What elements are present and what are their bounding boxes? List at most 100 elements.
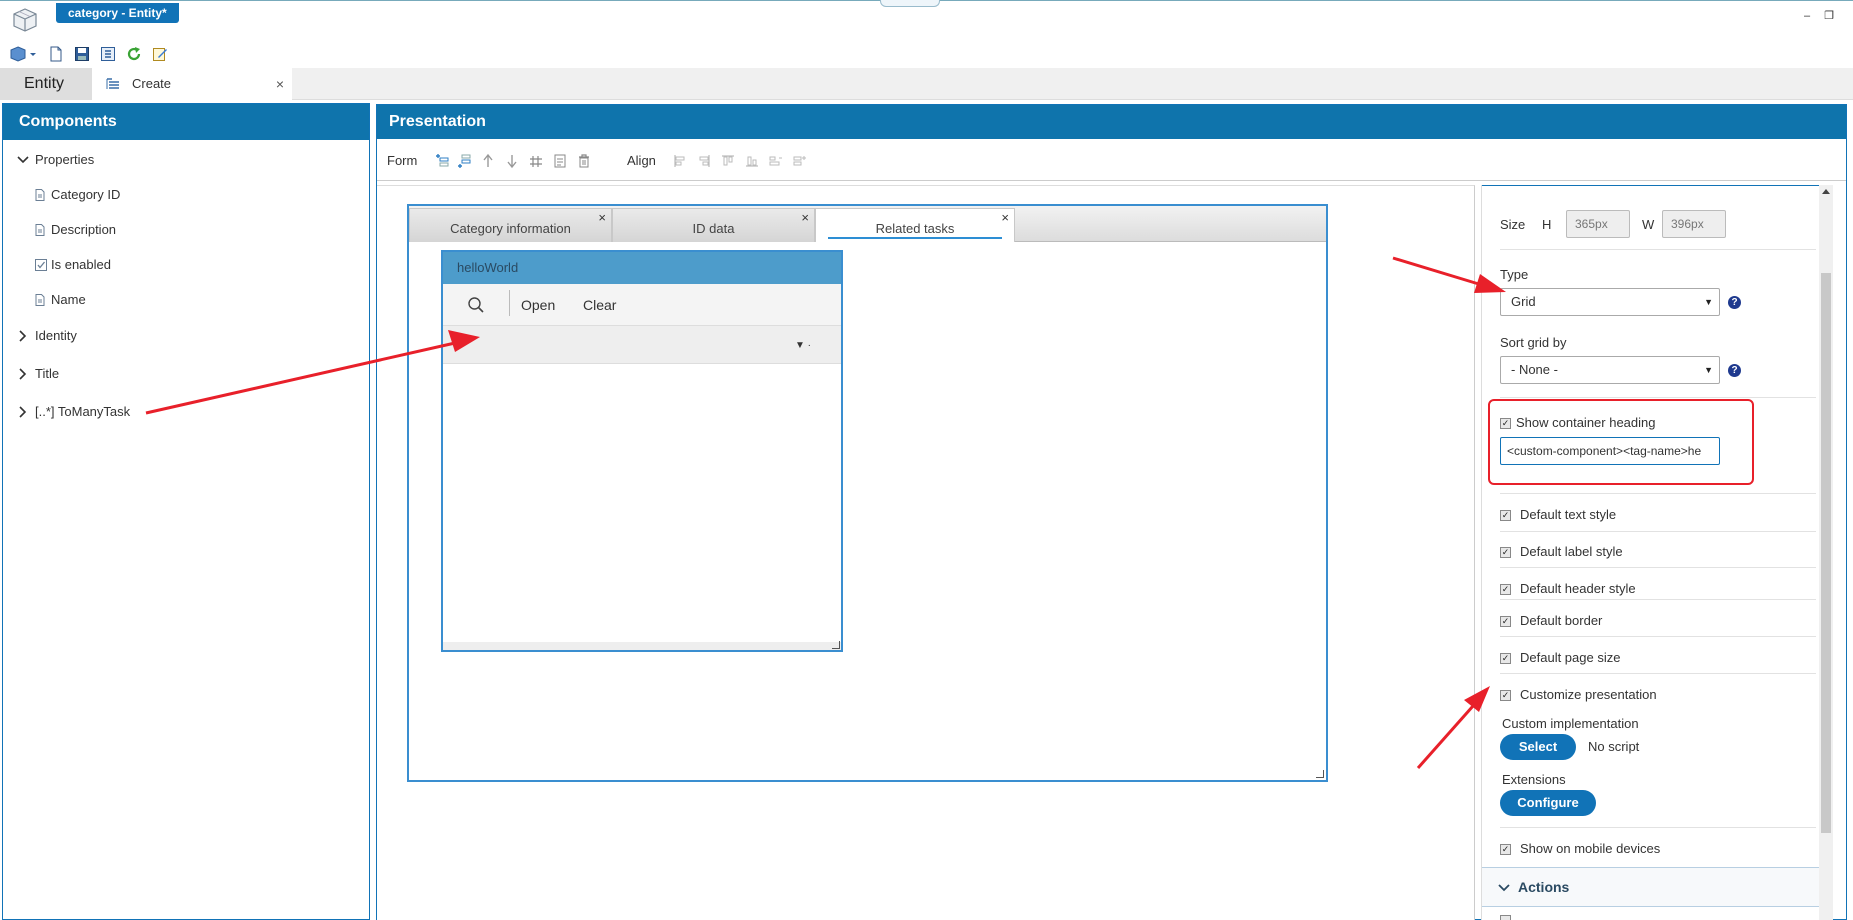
form-tab-category-information[interactable]: Category information × [409,208,612,242]
customize-presentation-checkbox[interactable]: ✓ [1500,690,1511,701]
grid-icon[interactable] [529,153,543,169]
grid-component[interactable]: helloWorld Open Clear ▼ · [441,250,843,652]
minimize-button[interactable]: – [1800,9,1814,23]
sort-caret-icon[interactable]: ▼ · [795,340,811,351]
title-center-handle[interactable] [880,0,940,7]
align-left-icon[interactable] [673,153,687,169]
design-canvas: Category information × ID data × Related… [377,185,1475,920]
grid-toolbar: Open Clear [443,284,841,326]
distribute-vertical-icon[interactable] [793,153,807,169]
tree-item-name[interactable]: Name [3,290,363,310]
field-icon [35,224,45,236]
height-input[interactable]: 365px [1566,210,1630,238]
form-tab-id-data[interactable]: ID data × [612,208,815,242]
tree-item-category-id[interactable]: Category ID [3,185,363,205]
clear-button[interactable]: Clear [583,284,616,326]
form-tab-label: ID data [692,221,735,236]
divider [1500,397,1816,398]
align-bottom-icon[interactable] [745,153,759,169]
save-icon[interactable] [74,46,90,62]
tree-folder-properties[interactable]: Properties [3,150,363,170]
tree-item-description[interactable]: Description [3,220,363,240]
save-all-icon[interactable] [100,46,116,62]
cube-dropdown-icon[interactable] [10,46,38,62]
default-page-size-checkbox[interactable]: ✓ [1500,653,1511,664]
form-tab-related-tasks[interactable]: Related tasks × [815,208,1015,242]
form-toolbar-label: Form [387,153,418,168]
form-container[interactable]: Category information × ID data × Related… [407,204,1328,782]
delete-icon[interactable] [577,153,591,169]
sort-grid-select[interactable]: - None - ▼ [1500,356,1720,384]
extensions-label: Extensions [1502,772,1566,787]
scrollbar-thumb[interactable] [1821,273,1831,833]
width-input[interactable]: 396px [1662,210,1726,238]
heading-html-input[interactable]: <custom-component><tag-name>he [1500,437,1720,465]
close-icon[interactable]: × [1001,198,1009,238]
size-label: Size [1500,217,1526,232]
tree-label: Title [35,366,60,381]
refresh-icon[interactable] [126,46,142,62]
show-heading-checkbox[interactable]: ✓ [1500,418,1511,429]
presentation-panel: Presentation Form Align Category informa… [376,104,1847,920]
default-border-checkbox[interactable]: ✓ [1500,616,1511,627]
actions-section-header[interactable]: Actions [1482,867,1820,907]
type-label: Type [1500,267,1529,282]
action-checkbox[interactable] [1500,915,1511,920]
align-top-icon[interactable] [721,153,735,169]
move-down-icon[interactable] [505,153,519,169]
move-up-icon[interactable] [481,153,495,169]
tab-entity[interactable]: Entity [0,68,92,100]
new-document-icon[interactable] [48,46,64,62]
restore-button[interactable]: ❐ [1822,9,1836,23]
divider [1500,636,1816,637]
toolbar-separator [509,290,510,316]
resize-handle[interactable] [832,641,840,649]
chevron-down-icon[interactable] [17,155,29,165]
tab-close-button[interactable]: × [276,68,284,100]
default-label-style-label: Default label style [1520,544,1623,559]
close-icon[interactable]: × [801,198,809,238]
tree-folder-title[interactable]: Title [3,364,363,384]
select-script-button[interactable]: Select [1500,734,1576,760]
form-tab-label: Related tasks [875,221,955,236]
field-icon [35,294,45,306]
chevron-right-icon[interactable] [17,330,29,342]
help-icon[interactable]: ? [1728,296,1741,309]
default-text-style-checkbox[interactable]: ✓ [1500,510,1511,521]
sort-grid-label: Sort grid by [1500,335,1567,350]
height-label: H [1542,217,1552,232]
default-page-size-label: Default page size [1520,650,1621,665]
tab-create[interactable]: Create × [92,68,292,100]
tree-folder-identity[interactable]: Identity [3,326,363,346]
distribute-horizontal-icon[interactable] [769,153,783,169]
properties-scrollbar[interactable] [1819,185,1833,920]
resize-handle[interactable] [1316,770,1324,778]
tree-item-is-enabled[interactable]: Is enabled [3,255,363,275]
add-row-below-icon[interactable] [457,153,471,169]
show-on-mobile-checkbox[interactable]: ✓ [1500,844,1511,855]
tree-label: Identity [35,328,77,343]
open-button[interactable]: Open [521,284,555,326]
presentation-title: Presentation [377,105,1846,139]
tree-folder-to-many-task[interactable]: [..*] ToManyTask [3,402,363,422]
configure-extensions-button[interactable]: Configure [1500,790,1596,816]
search-icon[interactable] [467,296,485,314]
chevron-right-icon[interactable] [17,406,29,418]
chevron-right-icon[interactable] [17,368,29,380]
add-row-above-icon[interactable] [435,153,449,169]
type-select[interactable]: Grid ▼ [1500,288,1720,316]
help-icon[interactable]: ? [1728,364,1741,377]
default-header-style-checkbox[interactable]: ✓ [1500,584,1511,595]
align-right-icon[interactable] [697,153,711,169]
grid-column-header[interactable]: ▼ · [443,326,841,364]
form-tab-bar: Category information × ID data × Related… [409,206,1326,242]
chevron-down-icon[interactable] [1498,883,1510,893]
edit-icon[interactable] [152,46,168,62]
grid-scrollbar[interactable] [443,642,841,650]
properties-icon[interactable] [553,153,567,169]
divider [1500,827,1816,828]
close-icon[interactable]: × [598,198,606,238]
default-label-style-checkbox[interactable]: ✓ [1500,547,1511,558]
scroll-up-icon[interactable] [1822,188,1830,194]
grid-title: helloWorld [443,252,841,284]
